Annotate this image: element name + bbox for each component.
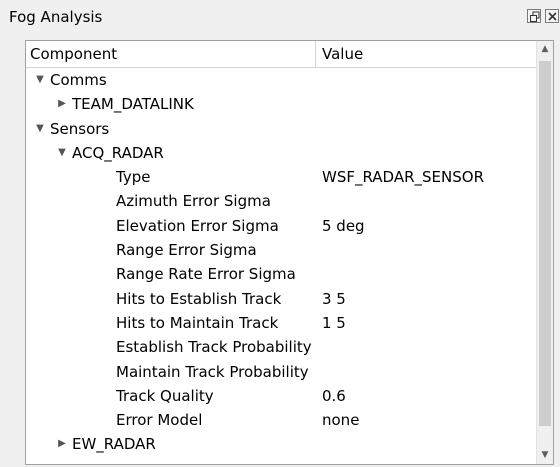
component-value — [322, 117, 532, 141]
tree-row[interactable]: ▼ ACQ_RADAR — [26, 141, 536, 165]
tree-row[interactable]: Hits to Establish Track 3 5 — [26, 287, 536, 311]
component-name: Sensors — [50, 119, 110, 138]
expand-arrow-down-icon[interactable]: ▼ — [56, 141, 68, 165]
tree-row[interactable]: ▼ Sensors — [26, 117, 536, 141]
component-name: Elevation Error Sigma — [116, 216, 279, 235]
tree-row[interactable]: ▶ EW_RADAR — [26, 432, 536, 456]
component-value: 0.6 — [322, 386, 346, 405]
component-name: TEAM_DATALINK — [72, 95, 194, 114]
expand-arrow-down-icon[interactable]: ▼ — [34, 117, 46, 141]
component-value: WSF_RADAR_SENSOR — [322, 168, 484, 187]
tree-rows: ▼ Comms ▶ TEAM_DATALINK ▼ Sensors ▼ ACQ_RADAR Ty… — [26, 68, 536, 457]
scroll-thumb[interactable] — [539, 61, 551, 426]
column-header-value[interactable]: Value — [316, 41, 536, 67]
component-name: Track Quality — [116, 386, 214, 405]
component-value — [322, 335, 532, 359]
component-value — [322, 68, 532, 92]
component-value — [322, 141, 532, 165]
expand-arrow-down-icon[interactable]: ▼ — [34, 68, 46, 92]
expand-arrow-right-icon[interactable]: ▶ — [56, 432, 68, 456]
component-value — [322, 262, 532, 286]
component-value: 3 5 — [322, 289, 346, 308]
tree-row[interactable]: Azimuth Error Sigma — [26, 189, 536, 213]
component-name: ACQ_RADAR — [72, 143, 164, 162]
tree-row[interactable]: Error Model none — [26, 408, 536, 432]
close-icon[interactable] — [545, 9, 559, 23]
tree-row[interactable]: Elevation Error Sigma 5 deg — [26, 214, 536, 238]
tree-row[interactable]: Track Quality 0.6 — [26, 384, 536, 408]
component-name: Type — [116, 168, 151, 187]
tree-row[interactable]: Type WSF_RADAR_SENSOR — [26, 165, 536, 189]
component-value: 5 deg — [322, 216, 365, 235]
component-value: none — [322, 411, 360, 430]
scroll-down-arrow-icon[interactable]: ▼ — [537, 447, 553, 464]
component-value — [322, 432, 532, 456]
float-window-icon[interactable] — [527, 9, 541, 23]
component-value — [322, 92, 532, 116]
column-header-component[interactable]: Component — [26, 41, 316, 67]
component-name: Azimuth Error Sigma — [116, 192, 271, 211]
tree-row[interactable]: Range Error Sigma — [26, 238, 536, 262]
expand-arrow-right-icon[interactable]: ▶ — [56, 92, 68, 116]
tree-row[interactable]: ▶ TEAM_DATALINK — [26, 92, 536, 116]
component-name: Range Rate Error Sigma — [116, 265, 296, 284]
tree-row[interactable]: Establish Track Probability — [26, 335, 536, 359]
component-name: Establish Track Probability — [116, 338, 312, 357]
component-name: EW_RADAR — [72, 435, 156, 454]
component-tree[interactable]: Component Value ▼ Comms ▶ TEAM_DATALINK ▼ Sen… — [25, 40, 554, 465]
component-name: Hits to Establish Track — [116, 289, 282, 308]
tree-row[interactable]: Range Rate Error Sigma — [26, 262, 536, 286]
tree-header: Component Value — [26, 41, 536, 68]
component-value — [322, 360, 532, 384]
tree-row[interactable]: Maintain Track Probability — [26, 360, 536, 384]
component-name: Range Error Sigma — [116, 241, 257, 260]
component-name: Error Model — [116, 411, 203, 430]
component-name: Comms — [50, 71, 107, 89]
window-title: Fog Analysis — [9, 8, 103, 26]
title-bar: Fog Analysis — [0, 0, 560, 36]
tree-row[interactable]: ▼ Comms — [26, 68, 536, 92]
component-value — [322, 238, 532, 262]
tree-row[interactable]: Hits to Maintain Track 1 5 — [26, 311, 536, 335]
vertical-scrollbar[interactable]: ▲ ▼ — [536, 41, 553, 464]
component-name: Maintain Track Probability — [116, 362, 309, 381]
component-value — [322, 189, 532, 213]
component-value: 1 5 — [322, 313, 346, 332]
scroll-up-arrow-icon[interactable]: ▲ — [537, 41, 553, 58]
component-name: Hits to Maintain Track — [116, 313, 279, 332]
